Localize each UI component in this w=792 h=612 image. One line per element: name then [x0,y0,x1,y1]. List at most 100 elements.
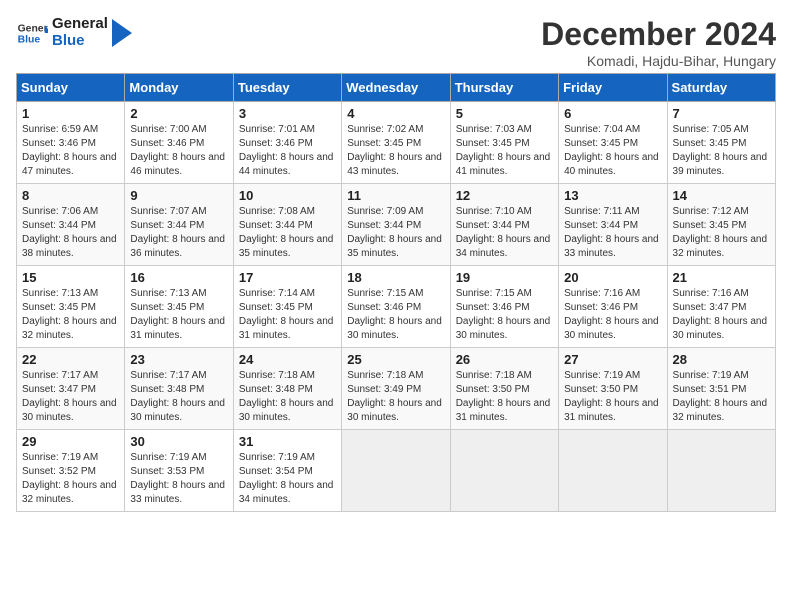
calendar-cell: 10Sunrise: 7:08 AMSunset: 3:44 PMDayligh… [233,184,341,266]
day-info: Sunrise: 7:13 AMSunset: 3:45 PMDaylight:… [130,287,227,343]
calendar-cell: 9Sunrise: 7:07 AMSunset: 3:44 PMDaylight… [125,184,233,266]
day-number: 10 [239,188,336,203]
day-info: Sunrise: 7:09 AMSunset: 3:44 PMDaylight:… [347,205,444,261]
calendar-cell: 31 Sunrise: 7:19 AMSunset: 3:54 PMDayligh… [233,430,341,512]
day-number: 15 [22,270,119,285]
calendar-cell [559,430,667,512]
calendar-cell: 19 Sunrise: 7:15 AMSunset: 3:46 PMDayligh… [450,266,558,348]
day-number: 14 [673,188,770,203]
svg-text:Blue: Blue [18,34,41,45]
calendar-col-monday: Monday [125,74,233,102]
day-info: Sunrise: 7:13 AMSunset: 3:45 PMDaylight:… [22,287,119,343]
calendar-col-friday: Friday [559,74,667,102]
page-header: General Blue General Blue December 2024 … [16,16,776,69]
calendar-body: 1 Sunrise: 6:59 AMSunset: 3:46 PMDaylight… [17,102,776,512]
day-number: 31 [239,434,336,449]
logo: General Blue General Blue [16,16,132,49]
calendar-cell: 16 Sunrise: 7:13 AMSunset: 3:45 PMDayligh… [125,266,233,348]
day-info: Sunrise: 7:18 AMSunset: 3:50 PMDaylight:… [456,369,553,425]
day-number: 1 [22,106,119,121]
calendar-cell: 2Sunrise: 7:00 AMSunset: 3:46 PMDaylight… [125,102,233,184]
calendar-cell: 8 Sunrise: 7:06 AMSunset: 3:44 PMDaylight… [17,184,125,266]
day-info: Sunrise: 7:19 AMSunset: 3:54 PMDaylight:… [239,451,336,507]
calendar-col-tuesday: Tuesday [233,74,341,102]
calendar-week-5: 29Sunrise: 7:19 AMSunset: 3:52 PMDayligh… [17,430,776,512]
day-number: 19 [456,270,553,285]
day-number: 27 [564,352,661,367]
calendar-col-wednesday: Wednesday [342,74,450,102]
day-info: Sunrise: 7:01 AMSunset: 3:46 PMDaylight:… [239,123,336,179]
calendar-cell: 15 Sunrise: 7:13 AMSunset: 3:45 PMDayligh… [17,266,125,348]
calendar-cell: 18 Sunrise: 7:15 AMSunset: 3:46 PMDayligh… [342,266,450,348]
title-block: December 2024 Komadi, Hajdu-Bihar, Hunga… [541,16,776,69]
calendar-cell: 22 Sunrise: 7:17 AMSunset: 3:47 PMDayligh… [17,348,125,430]
calendar-cell [667,430,775,512]
day-number: 18 [347,270,444,285]
day-info: Sunrise: 7:14 AMSunset: 3:45 PMDaylight:… [239,287,336,343]
day-number: 3 [239,106,336,121]
day-number: 28 [673,352,770,367]
day-number: 4 [347,106,444,121]
day-number: 11 [347,188,444,203]
logo-text-general: General [52,16,108,33]
logo-text-blue: Blue [52,33,108,50]
calendar-col-sunday: Sunday [17,74,125,102]
calendar-col-saturday: Saturday [667,74,775,102]
day-number: 25 [347,352,444,367]
day-info: Sunrise: 7:16 AMSunset: 3:46 PMDaylight:… [564,287,661,343]
day-number: 5 [456,106,553,121]
calendar-cell: 29Sunrise: 7:19 AMSunset: 3:52 PMDayligh… [17,430,125,512]
calendar-cell: 26 Sunrise: 7:18 AMSunset: 3:50 PMDayligh… [450,348,558,430]
day-number: 26 [456,352,553,367]
calendar-cell [450,430,558,512]
day-info: Sunrise: 7:12 AMSunset: 3:45 PMDaylight:… [673,205,770,261]
day-number: 6 [564,106,661,121]
calendar-table: SundayMondayTuesdayWednesdayThursdayFrid… [16,73,776,512]
calendar-cell: 24Sunrise: 7:18 AMSunset: 3:48 PMDayligh… [233,348,341,430]
day-number: 20 [564,270,661,285]
calendar-cell: 12 Sunrise: 7:10 AMSunset: 3:44 PMDayligh… [450,184,558,266]
calendar-cell: 6 Sunrise: 7:04 AMSunset: 3:45 PMDaylight… [559,102,667,184]
day-info: Sunrise: 7:19 AMSunset: 3:53 PMDaylight:… [130,451,227,507]
day-number: 22 [22,352,119,367]
day-info: Sunrise: 6:59 AMSunset: 3:46 PMDaylight:… [22,123,119,179]
day-number: 12 [456,188,553,203]
calendar-cell: 1 Sunrise: 6:59 AMSunset: 3:46 PMDaylight… [17,102,125,184]
calendar-week-2: 8 Sunrise: 7:06 AMSunset: 3:44 PMDaylight… [17,184,776,266]
calendar-cell: 23 Sunrise: 7:17 AMSunset: 3:48 PMDayligh… [125,348,233,430]
day-number: 16 [130,270,227,285]
svg-text:General: General [18,23,48,34]
day-number: 8 [22,188,119,203]
day-info: Sunrise: 7:10 AMSunset: 3:44 PMDaylight:… [456,205,553,261]
day-number: 24 [239,352,336,367]
calendar-cell: 3 Sunrise: 7:01 AMSunset: 3:46 PMDaylight… [233,102,341,184]
logo-arrow-icon [112,19,132,47]
day-number: 13 [564,188,661,203]
page-title: December 2024 [541,16,776,53]
day-number: 21 [673,270,770,285]
day-info: Sunrise: 7:19 AMSunset: 3:52 PMDaylight:… [22,451,119,507]
day-number: 17 [239,270,336,285]
calendar-week-4: 22 Sunrise: 7:17 AMSunset: 3:47 PMDayligh… [17,348,776,430]
calendar-cell: 20 Sunrise: 7:16 AMSunset: 3:46 PMDayligh… [559,266,667,348]
calendar-col-thursday: Thursday [450,74,558,102]
calendar-week-1: 1 Sunrise: 6:59 AMSunset: 3:46 PMDaylight… [17,102,776,184]
calendar-cell: 30Sunrise: 7:19 AMSunset: 3:53 PMDayligh… [125,430,233,512]
calendar-cell: 7Sunrise: 7:05 AMSunset: 3:45 PMDaylight… [667,102,775,184]
day-info: Sunrise: 7:00 AMSunset: 3:46 PMDaylight:… [130,123,227,179]
day-info: Sunrise: 7:06 AMSunset: 3:44 PMDaylight:… [22,205,119,261]
calendar-cell: 14 Sunrise: 7:12 AMSunset: 3:45 PMDayligh… [667,184,775,266]
calendar-cell: 11 Sunrise: 7:09 AMSunset: 3:44 PMDayligh… [342,184,450,266]
day-number: 23 [130,352,227,367]
day-info: Sunrise: 7:05 AMSunset: 3:45 PMDaylight:… [673,123,770,179]
page-subtitle: Komadi, Hajdu-Bihar, Hungary [541,53,776,69]
day-info: Sunrise: 7:19 AMSunset: 3:50 PMDaylight:… [564,369,661,425]
day-info: Sunrise: 7:04 AMSunset: 3:45 PMDaylight:… [564,123,661,179]
day-info: Sunrise: 7:17 AMSunset: 3:48 PMDaylight:… [130,369,227,425]
day-info: Sunrise: 7:15 AMSunset: 3:46 PMDaylight:… [347,287,444,343]
calendar-cell: 5Sunrise: 7:03 AMSunset: 3:45 PMDaylight… [450,102,558,184]
calendar-header-row: SundayMondayTuesdayWednesdayThursdayFrid… [17,74,776,102]
day-info: Sunrise: 7:17 AMSunset: 3:47 PMDaylight:… [22,369,119,425]
day-info: Sunrise: 7:15 AMSunset: 3:46 PMDaylight:… [456,287,553,343]
day-info: Sunrise: 7:11 AMSunset: 3:44 PMDaylight:… [564,205,661,261]
